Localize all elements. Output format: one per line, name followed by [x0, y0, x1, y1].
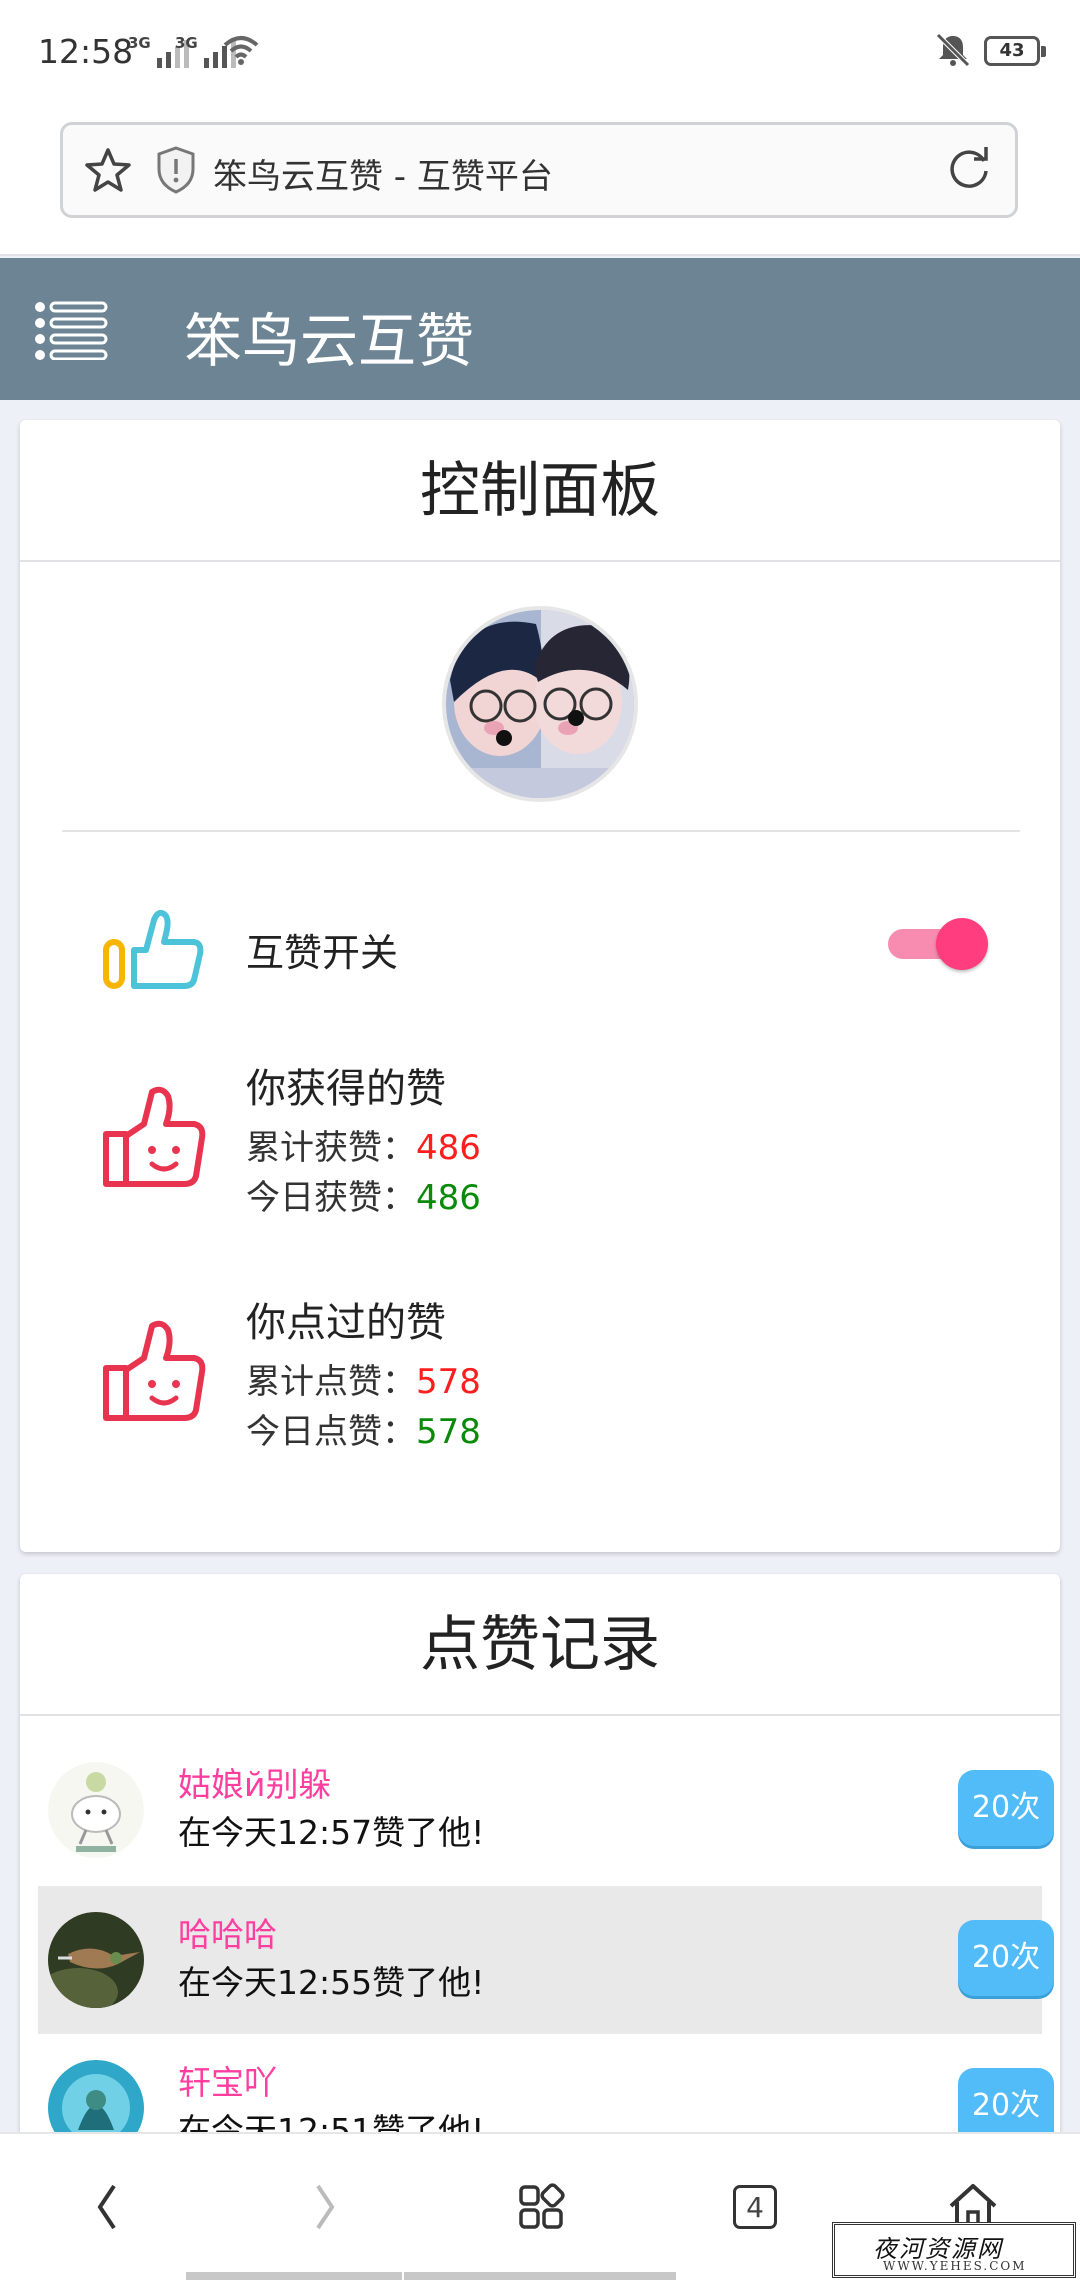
chevron-left-icon [97, 2184, 116, 2230]
status-time: 12:58 [38, 32, 134, 71]
wifi-icon [223, 36, 259, 65]
battery-icon: 43 [984, 36, 1046, 66]
mute-icon [936, 33, 970, 67]
tabs-button[interactable]: 4 [720, 2172, 790, 2242]
control-panel-title: 控制面板 [20, 420, 1060, 562]
reload-icon[interactable] [943, 144, 995, 196]
smile-thumbs-up-icon [103, 1086, 206, 1187]
watermark-logo: 夜河资源网 WWW.YEHES.COM [832, 2222, 1076, 2278]
record-user-name[interactable]: 轩宝吖 [178, 2056, 277, 2104]
address-bar[interactable]: 笨鸟云互赞 - 互赞平台 [60, 122, 1018, 218]
record-description: 在今天12:57赞了他! [178, 1813, 485, 1852]
apps-grid-icon [519, 2183, 565, 2229]
like-records-title: 点赞记录 [20, 1574, 1060, 1716]
gesture-bar [186, 2272, 402, 2280]
record-avatar[interactable] [48, 1912, 144, 2008]
control-panel-card: 控制面板 互赞开关 你获得的赞 累计获赞：486 今日获赞：486 你点过的赞 … [20, 420, 1060, 1552]
like-switch-label: 互赞开关 [246, 931, 399, 975]
address-text[interactable]: 笨鸟云互赞 - 互赞平台 [213, 149, 553, 198]
app-title: 笨鸟云互赞 [184, 307, 475, 375]
record-description: 在今天12:55赞了他! [178, 1963, 485, 2002]
received-today: 今日获赞：486 [246, 1178, 481, 1218]
menu-icon[interactable] [34, 300, 108, 360]
divider [62, 830, 1020, 832]
given-total-value: 578 [416, 1362, 481, 1402]
received-total: 累计获赞：486 [246, 1128, 481, 1168]
record-avatar[interactable] [48, 1762, 144, 1858]
forward-button[interactable] [290, 2172, 360, 2242]
browser-toolbar: 笨鸟云互赞 - 互赞平台 [0, 104, 1080, 256]
record-count-badge[interactable]: 20次 [958, 1770, 1054, 1846]
back-button[interactable] [72, 2172, 142, 2242]
like-switch-toggle[interactable] [888, 914, 992, 974]
given-today-value: 578 [416, 1412, 481, 1452]
shield-icon[interactable] [155, 145, 197, 195]
smile-thumbs-up-icon-2 [103, 1320, 206, 1421]
apps-button[interactable] [506, 2172, 576, 2242]
user-avatar[interactable] [442, 606, 638, 802]
status-bar: 12:58 3G 3G 43 [0, 0, 1080, 104]
record-user-name[interactable]: 哈哈哈 [178, 1908, 277, 1956]
gesture-bar [404, 2272, 676, 2280]
tab-count: 4 [746, 2190, 764, 2224]
given-heading: 你点过的赞 [246, 1300, 446, 1346]
record-count-badge[interactable]: 20次 [958, 1920, 1054, 1996]
received-heading: 你获得的赞 [246, 1066, 446, 1112]
chevron-right-icon [316, 2184, 335, 2230]
watermark-url: WWW.YEHES.COM [883, 2259, 1027, 2273]
received-total-value: 486 [416, 1128, 481, 1168]
bookmark-star-icon[interactable] [83, 146, 133, 196]
record-row[interactable]: 姑娘й别躲 在今天12:57赞了他! 20次 [38, 1736, 1054, 1884]
record-user-name[interactable]: 姑娘й别躲 [178, 1758, 331, 1806]
given-total: 累计点赞：578 [246, 1362, 481, 1402]
received-today-value: 486 [416, 1178, 481, 1218]
record-row[interactable]: 哈哈哈 在今天12:55赞了他! 20次 [38, 1886, 1054, 2034]
thumbs-up-icon [103, 909, 204, 989]
given-today: 今日点赞：578 [246, 1412, 481, 1452]
tabs-icon: 4 [733, 2185, 777, 2229]
app-header: 笨鸟云互赞 [0, 258, 1080, 400]
